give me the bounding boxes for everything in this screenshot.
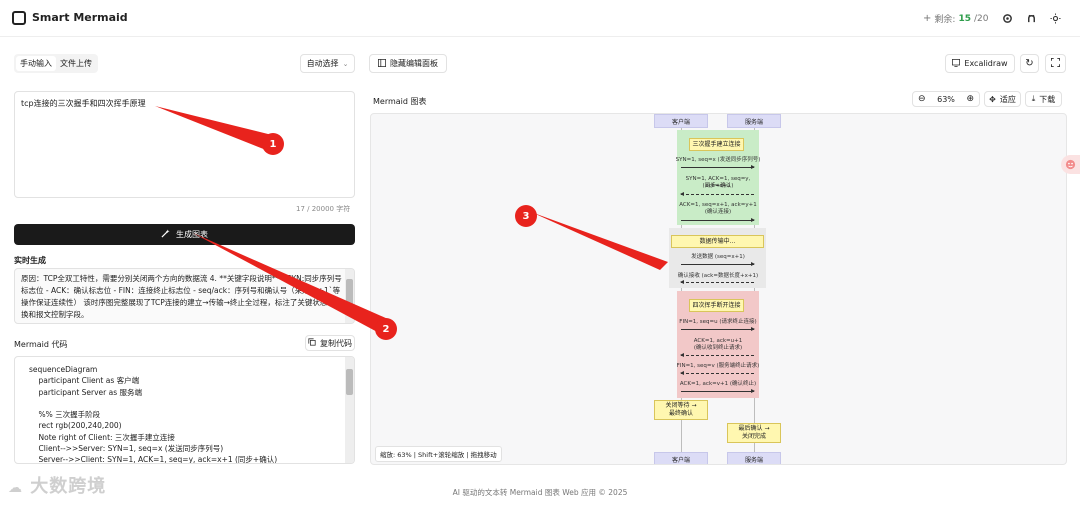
- footer-text: AI 驱动的文本转 Mermaid 图表 Web 应用 © 2025: [452, 488, 628, 497]
- annotation-arrow-1: [155, 106, 272, 150]
- annotation-arrow-2: [193, 233, 388, 334]
- callout-1: 1: [262, 133, 284, 155]
- callout-2: 2: [375, 318, 397, 340]
- watermark-logo-icon: ☁: [8, 480, 23, 496]
- annotation-arrows: [155, 106, 668, 334]
- watermark: ☁ 大数跨境: [8, 472, 106, 498]
- watermark-text: 大数跨境: [30, 476, 107, 497]
- annotation-arrow-3: [531, 212, 668, 270]
- callout-3: 3: [515, 205, 537, 227]
